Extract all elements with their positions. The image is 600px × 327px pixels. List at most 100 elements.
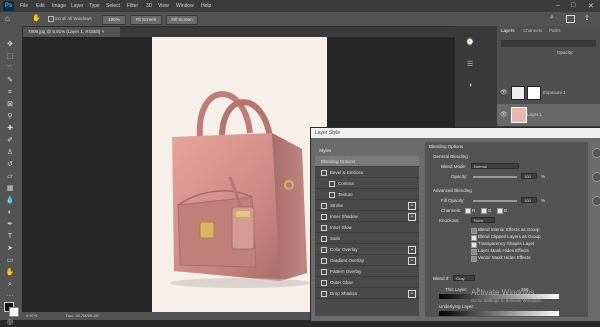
path-select-icon[interactable]: ➤ xyxy=(5,244,15,253)
style-pattern-overlay[interactable]: Pattern Overlay xyxy=(315,266,419,277)
cancel-button[interactable] xyxy=(592,196,600,206)
add-effect-icon[interactable]: + xyxy=(408,213,416,221)
pen-tool-icon[interactable]: ✒ xyxy=(5,220,15,229)
blend-if-select[interactable]: Gray xyxy=(453,275,475,281)
blur-tool-icon[interactable]: 💧 xyxy=(5,196,15,205)
menu-3d[interactable]: 3D xyxy=(146,3,152,9)
fill-opacity-slider[interactable] xyxy=(473,200,517,202)
visibility-eye-icon[interactable]: 👁 xyxy=(500,111,508,118)
move-tool-icon[interactable]: ✥ xyxy=(5,40,15,49)
checkbox[interactable] xyxy=(329,180,335,187)
close-tab-icon[interactable]: × xyxy=(102,29,105,34)
checkbox[interactable] xyxy=(321,213,327,220)
tab-paths[interactable]: Paths xyxy=(549,26,561,36)
more-tools-icon[interactable]: … xyxy=(5,290,15,299)
menu-image[interactable]: Image xyxy=(52,3,66,9)
dodge-tool-icon[interactable]: ◐ xyxy=(5,208,15,217)
minimize-button[interactable]: – xyxy=(556,2,560,9)
healing-brush-icon[interactable]: ✚ xyxy=(5,124,15,133)
style-contour[interactable]: Contour xyxy=(315,178,419,189)
close-button[interactable]: ✕ xyxy=(588,2,594,10)
checkbox[interactable] xyxy=(329,191,335,198)
background-color-swatch[interactable] xyxy=(9,307,19,317)
checkbox[interactable] xyxy=(321,202,327,209)
status-zoom[interactable]: 9.92% xyxy=(26,312,37,320)
menu-edit[interactable]: Edit xyxy=(36,3,45,9)
checkbox[interactable] xyxy=(321,224,327,231)
fill-screen-button[interactable]: Fill Screen xyxy=(166,15,198,25)
knockout-select[interactable]: None xyxy=(471,217,495,223)
opacity-input[interactable]: 100 xyxy=(521,173,537,179)
brush-tool-icon[interactable]: ✐ xyxy=(5,136,15,145)
menu-help[interactable]: Help xyxy=(201,3,211,9)
add-effect-icon[interactable]: + xyxy=(408,246,416,254)
style-texture[interactable]: Texture xyxy=(315,189,419,200)
document-canvas[interactable] xyxy=(152,37,327,312)
style-outer-glow[interactable]: Outer Glow xyxy=(315,277,419,288)
crop-tool-icon[interactable]: ⌗ xyxy=(5,88,15,97)
layer-row-exposure[interactable]: 👁 Exposure 1 xyxy=(497,82,600,105)
menu-view[interactable]: View xyxy=(158,3,169,9)
style-satin[interactable]: Satin xyxy=(315,233,419,244)
add-effect-icon[interactable]: + xyxy=(408,290,416,298)
vector-mask-hides-checkbox[interactable] xyxy=(471,256,477,262)
zoom-tool-icon[interactable]: ⌕ xyxy=(5,280,15,289)
checkbox[interactable] xyxy=(321,290,327,297)
share-icon[interactable]: ⇪ xyxy=(584,14,590,22)
scroll-all-checkbox[interactable] xyxy=(48,16,54,22)
fit-screen-button[interactable]: Fit Screen xyxy=(130,15,162,25)
layer-mask-hides-checkbox[interactable] xyxy=(471,249,477,255)
home-icon[interactable]: ⌂ xyxy=(5,14,10,23)
menu-filter[interactable]: Filter xyxy=(127,3,138,9)
properties-panel-icon[interactable]: ☰ xyxy=(465,60,475,69)
checkbox[interactable] xyxy=(321,279,327,286)
style-color-overlay[interactable]: Color Overlay + xyxy=(315,244,419,255)
menu-window[interactable]: Window xyxy=(176,3,194,9)
tab-layers[interactable]: Layers xyxy=(501,26,515,36)
layer-filter-field[interactable] xyxy=(501,40,596,47)
opacity-slider[interactable] xyxy=(473,176,517,178)
ok-button[interactable] xyxy=(592,172,600,182)
clone-stamp-icon[interactable]: ♙ xyxy=(5,148,15,157)
style-stroke[interactable]: Stroke + xyxy=(315,200,419,211)
transparency-shapes-checkbox[interactable] xyxy=(471,242,477,248)
quick-select-tool-icon[interactable]: ✎ xyxy=(5,76,15,85)
menu-file[interactable]: File xyxy=(20,3,28,9)
checkbox[interactable] xyxy=(321,169,327,176)
checkbox[interactable] xyxy=(321,268,327,275)
fill-opacity-input[interactable]: 100 xyxy=(521,197,537,203)
hand-tool-icon[interactable]: ✋ xyxy=(32,14,41,22)
checkbox[interactable] xyxy=(321,235,327,242)
channel-r-checkbox[interactable] xyxy=(465,208,471,214)
history-panel-icon[interactable]: ⌚ xyxy=(465,38,475,47)
visibility-eye-icon[interactable]: 👁 xyxy=(500,89,508,96)
preview-toggle[interactable] xyxy=(592,148,600,158)
menu-type[interactable]: Type xyxy=(89,3,100,9)
channel-b-checkbox[interactable] xyxy=(497,208,503,214)
blend-mode-select[interactable]: Normal xyxy=(471,163,519,169)
document-tab[interactable]: 7809.jpg @ 9.91% (Layer 1, RGB/8) × xyxy=(22,27,120,37)
checkbox[interactable] xyxy=(321,257,327,264)
add-effect-icon[interactable]: + xyxy=(408,202,416,210)
channel-g-checkbox[interactable] xyxy=(481,208,487,214)
blend-clipped-checkbox[interactable] xyxy=(471,235,477,241)
blend-interior-checkbox[interactable] xyxy=(471,228,477,234)
photoshop-logo[interactable]: Ps xyxy=(3,1,14,11)
marquee-tool-icon[interactable]: ⬚ xyxy=(5,52,15,61)
eyedropper-tool-icon[interactable]: ⚲ xyxy=(5,112,15,121)
add-effect-icon[interactable]: + xyxy=(408,257,416,265)
zoom-100-button[interactable]: 100% xyxy=(102,15,126,25)
maximize-button[interactable]: □ xyxy=(571,2,575,9)
type-tool-icon[interactable]: T xyxy=(5,232,15,241)
adjustments-panel-icon[interactable]: ◑ xyxy=(465,82,475,91)
style-drop-shadow[interactable]: Drop Shadow + xyxy=(315,288,419,299)
menu-select[interactable]: Select xyxy=(106,3,120,9)
rectangle-tool-icon[interactable]: ▭ xyxy=(5,256,15,265)
eraser-tool-icon[interactable]: ▱ xyxy=(5,172,15,181)
search-icon[interactable]: ⌕ xyxy=(550,14,554,22)
menu-layer[interactable]: Layer xyxy=(71,3,84,9)
checkbox[interactable] xyxy=(321,246,327,253)
workspace-icon[interactable] xyxy=(566,15,575,23)
underlying-layer-gradient-slider[interactable] xyxy=(439,311,559,316)
history-brush-icon[interactable]: ↺ xyxy=(5,160,15,169)
